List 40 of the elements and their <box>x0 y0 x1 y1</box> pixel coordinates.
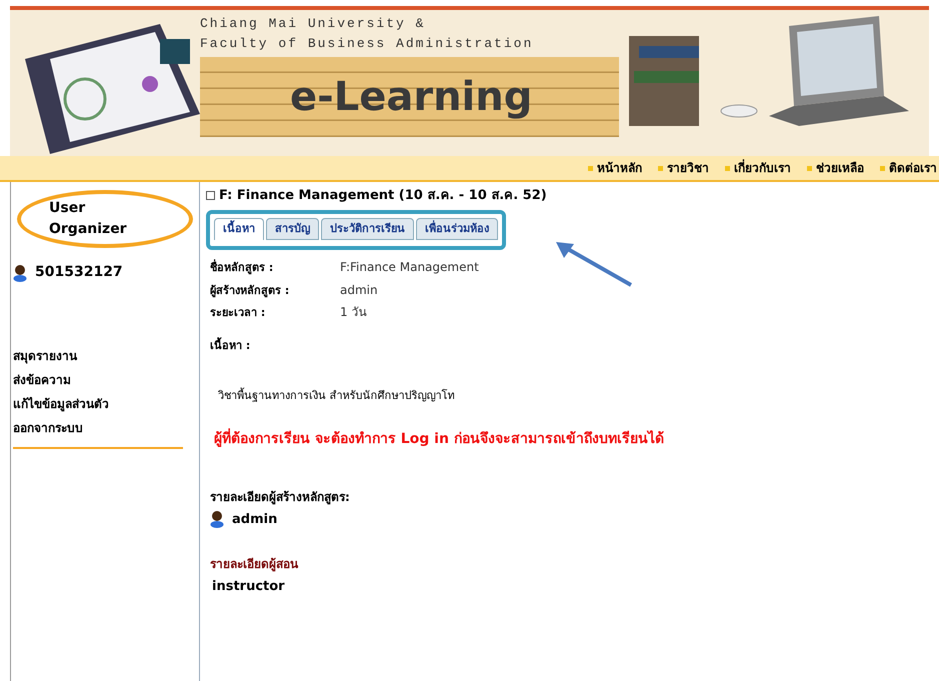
nav-link[interactable]: รายวิชา <box>658 159 709 177</box>
sidebar-link[interactable]: แก้ไขข้อมูลส่วนตัว <box>13 395 183 413</box>
tab[interactable]: ประวัติการเรียน <box>321 218 414 240</box>
field-value: admin <box>340 282 378 298</box>
sidebar-link[interactable]: ส่งข้อความ <box>13 371 183 389</box>
tab[interactable]: สารบัญ <box>266 218 319 240</box>
organization-name: Chiang Mai University & <box>200 15 426 33</box>
bullet-icon <box>725 166 730 170</box>
user-icon <box>13 264 27 282</box>
creator-name: admin <box>232 510 278 528</box>
nav-link[interactable]: หน้าหลัก <box>588 159 642 177</box>
nav-link[interactable]: ติดต่อเรา <box>880 159 937 177</box>
tab[interactable]: เนื้อหา <box>214 218 264 240</box>
field-value: 1 วัน <box>340 304 366 321</box>
field-label: ชื่อหลักสูตร : <box>210 260 274 276</box>
course-title: F: Finance Management (10 ส.ค. - 10 ส.ค. 52) <box>219 187 547 205</box>
tab[interactable]: เพื่อนร่วมห้อง <box>416 218 498 240</box>
bullet-icon <box>658 166 663 170</box>
instructor-heading: รายละเอียดผู้สอน <box>210 556 300 573</box>
login-notice: ผู้ที่ต้องการเรียน จะต้องทำการ Log in ก่อนจึงจะสามารถเข้าถึงบทเรียนได้ <box>214 428 939 450</box>
field-value: F:Finance Management <box>340 259 479 276</box>
course-description: วิชาพื้นฐานทางการเงิน สำหรับนักศึกษาปริญญาโท <box>218 388 456 404</box>
field-label: ระยะเวลา : <box>210 305 266 321</box>
user-id: 501532127 <box>35 263 123 282</box>
nav-link[interactable]: เกี่ยวกับเรา <box>725 159 791 177</box>
user-icon <box>210 510 224 528</box>
expand-icon <box>206 191 215 200</box>
content-label: เนื้อหา : <box>210 338 252 354</box>
nav-link[interactable]: ช่วยเหลือ <box>807 159 864 177</box>
field-label: ผู้สร้างหลักสูตร : <box>210 282 290 299</box>
bullet-icon <box>807 166 812 170</box>
organization-name: Faculty of Business Administration <box>200 34 534 52</box>
site-title: e-Learning <box>290 73 532 122</box>
sidebar-title: User Organizer <box>17 190 193 248</box>
sidebar-link[interactable]: สมุดรายงาน <box>13 347 183 365</box>
instructor-name: instructor <box>212 578 286 596</box>
bullet-icon <box>588 166 593 170</box>
bullet-icon <box>880 166 885 170</box>
sidebar-link[interactable]: ออกจากระบบ <box>13 419 183 437</box>
creator-heading: รายละเอียดผู้สร้างหลักสูตร: <box>210 488 351 506</box>
